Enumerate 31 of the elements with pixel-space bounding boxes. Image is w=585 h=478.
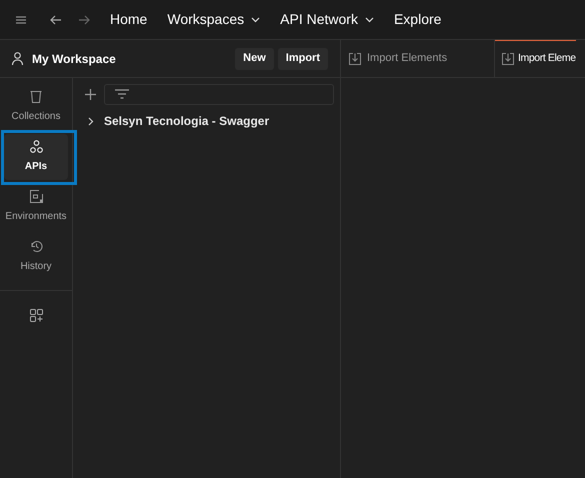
import-icon (502, 53, 514, 65)
nav-link[interactable]: API Network (270, 9, 384, 30)
apps-add-icon[interactable] (30, 309, 42, 322)
workspace-button[interactable]: New (235, 48, 274, 70)
workspace-title: My Workspace (32, 50, 116, 68)
tree-item[interactable]: Selsyn Tecnologia - Swagger (73, 110, 340, 132)
sidebar-item[interactable]: Environments (4, 184, 68, 230)
menu-icon[interactable] (16, 16, 26, 24)
chevron-right-icon[interactable] (88, 116, 94, 126)
sidebar-item[interactable]: APIs (4, 134, 68, 180)
filter-field[interactable] (104, 84, 334, 104)
trash-can-icon (30, 90, 42, 103)
import-icon (349, 52, 361, 64)
chevron-down-icon (364, 16, 374, 22)
nav-link[interactable]: Workspaces (157, 9, 270, 30)
environment-icon (30, 190, 42, 203)
three-circles-icon (30, 140, 42, 153)
back-arrow-icon[interactable] (50, 14, 62, 24)
sidebar-item[interactable]: Collections (4, 84, 68, 130)
chevron-down-icon (251, 16, 260, 22)
tab[interactable]: Import Elements (341, 40, 495, 77)
filter-icon (115, 89, 129, 99)
sidebar-item[interactable]: History (4, 234, 68, 280)
plus-icon[interactable] (85, 88, 96, 100)
nav-link[interactable]: Home (100, 9, 158, 30)
forward-arrow-icon[interactable] (78, 14, 90, 24)
user-icon (12, 52, 23, 65)
nav-link[interactable]: Explore (384, 9, 452, 30)
tab[interactable]: Import Eleme (495, 40, 576, 77)
history-icon (30, 240, 42, 253)
workspace-button[interactable]: Import (278, 48, 328, 70)
